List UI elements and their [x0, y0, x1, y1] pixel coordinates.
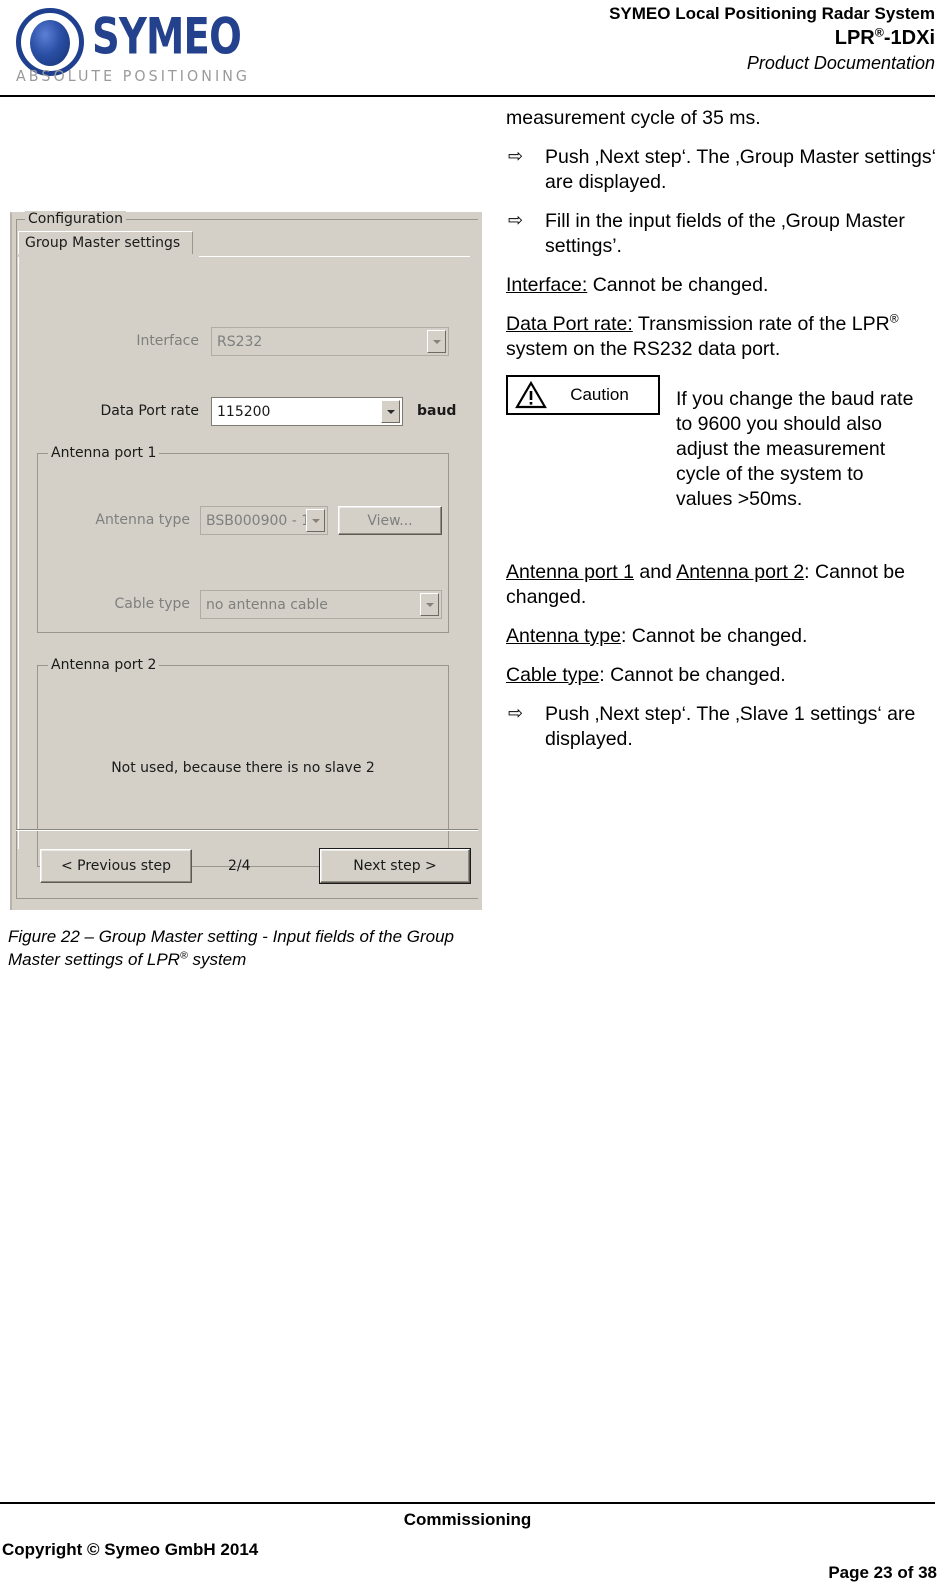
paragraph-intro: measurement cycle of 35 ms. — [506, 107, 761, 129]
chevron-down-icon[interactable] — [306, 509, 325, 532]
header-divider — [0, 95, 935, 97]
paragraph-interface: Interface: Cannot be changed. — [506, 273, 936, 298]
arrow-right-icon: ⇨ — [508, 146, 524, 167]
symeo-logo-mark-icon — [16, 8, 84, 76]
term-antenna-port-2: Antenna port 2 — [676, 561, 805, 583]
header-product-sup: ® — [874, 25, 884, 40]
footer-divider — [0, 1502, 935, 1504]
header-subtitle: Product Documentation — [746, 53, 935, 73]
body-column: measurement cycle of 35 ms. ⇨ Push ‚Next… — [506, 106, 936, 766]
symeo-logo-tagline: ABSOLUTE POSITIONING — [16, 67, 250, 85]
cable-type-combo-value: no antenna cable — [206, 596, 328, 613]
arrow-right-icon: ⇨ — [508, 210, 524, 231]
conjunction-and: and — [633, 561, 677, 583]
wizard-footer-divider — [16, 829, 478, 831]
footer-section-title: Commissioning — [403, 1510, 532, 1529]
term-cable-type: Cable type — [506, 664, 600, 686]
cable-type-label: Cable type — [114, 596, 190, 612]
view-button[interactable]: View... — [338, 506, 442, 535]
symeo-logo: SYMEO ABSOLUTE POSITIONING — [8, 4, 247, 88]
data-port-rate-combo-value: 115200 — [217, 403, 271, 420]
arrow-right-icon: ⇨ — [508, 703, 524, 724]
tab-group-master-settings[interactable]: Group Master settings — [18, 231, 194, 254]
previous-step-button[interactable]: < Previous step — [40, 849, 192, 883]
configuration-groupbox-legend: Configuration — [25, 211, 126, 227]
bullet-item-2: ⇨ Fill in the input fields of the ‚Group… — [506, 209, 936, 259]
figure-22-caption: Figure 22 – Group Master setting - Input… — [8, 925, 482, 971]
antenna-type-combo-value: BSB000900 - 18dBi — [206, 512, 306, 529]
antenna-port-1-groupbox: Antenna port 1 Antenna type BSB000900 - … — [37, 445, 449, 633]
paragraph-cable-type: Cable type: Cannot be changed. — [506, 663, 936, 688]
data-port-rate-combo[interactable]: 115200 — [211, 397, 403, 426]
desc-antenna-type: : Cannot be changed. — [620, 625, 808, 647]
figure-caption-sup: ® — [179, 949, 188, 962]
interface-label: Interface — [136, 333, 199, 349]
cable-type-combo[interactable]: no antenna cable — [200, 590, 442, 619]
chevron-down-icon[interactable] — [420, 593, 439, 616]
header-title-block: SYMEO Local Positioning Radar System LPR… — [335, 2, 935, 76]
desc-data-port-rate-b: system on the RS232 data port. — [506, 338, 781, 360]
next-step-button[interactable]: Next step > — [319, 848, 471, 884]
header-product-base: LPR — [834, 27, 875, 49]
antenna-port-2-message: Not used, because there is no slave 2 — [111, 760, 375, 776]
bullet-item-3: ⇨ Push ‚Next step‘. The ‚Slave 1 setting… — [506, 702, 936, 752]
chevron-down-icon[interactable] — [427, 330, 446, 353]
paragraph-antenna-ports: Antenna port 1 and Antenna port 2: Canno… — [506, 560, 936, 610]
footer-copyright: Copyright © Symeo GmbH 2014 — [2, 1540, 259, 1559]
symeo-logo-wordmark: SYMEO — [92, 7, 242, 67]
antenna-port-2-groupbox: Antenna port 2 Not used, because there i… — [37, 657, 449, 867]
header-product-rest: -1DXi — [883, 27, 935, 49]
data-port-rate-unit: baud — [417, 403, 457, 419]
tab-strip: Group Master settings — [18, 231, 470, 257]
antenna-port-1-legend: Antenna port 1 — [48, 445, 160, 461]
interface-combo-value: RS232 — [217, 333, 263, 350]
figure-caption-part2: system — [187, 950, 247, 969]
bullet-item-1-text: Push ‚Next step‘. The ‚Group Master sett… — [545, 146, 936, 193]
figure-22-screenshot: Configuration Group Master settings Inte… — [10, 211, 482, 910]
page-header: SYMEO ABSOLUTE POSITIONING SYMEO Local P… — [0, 0, 951, 96]
bullet-item-1: ⇨ Push ‚Next step‘. The ‚Group Master se… — [506, 145, 936, 195]
header-title-line2: LPR®-1DXi — [335, 25, 935, 51]
desc-interface: Cannot be changed. — [587, 274, 769, 296]
desc-data-port-rate-sup: ® — [889, 311, 899, 326]
antenna-type-combo[interactable]: BSB000900 - 18dBi — [200, 506, 328, 535]
caution-block: Caution If you change the baud rate to 9… — [506, 375, 936, 550]
caution-text: If you change the baud rate to 9600 you … — [676, 388, 914, 510]
data-port-rate-label: Data Port rate — [100, 403, 199, 419]
term-data-port-rate: Data Port rate: — [506, 313, 633, 335]
footer-page-number: Page 23 of 38 — [828, 1563, 937, 1582]
paragraph-data-port-rate: Data Port rate: Transmission rate of the… — [506, 312, 936, 362]
bullet-item-3-text: Push ‚Next step‘. The ‚Slave 1 settings‘… — [545, 703, 916, 750]
desc-cable-type: : Cannot be changed. — [599, 664, 786, 686]
term-antenna-port-1: Antenna port 1 — [506, 561, 634, 583]
chevron-down-icon[interactable] — [381, 400, 400, 423]
step-counter: 2/4 — [228, 858, 251, 874]
antenna-port-2-legend: Antenna port 2 — [48, 657, 160, 673]
desc-data-port-rate-a: Transmission rate of the LPR — [632, 313, 890, 335]
header-title-line1: SYMEO Local Positioning Radar System — [609, 4, 935, 23]
term-antenna-type: Antenna type — [506, 625, 621, 647]
paragraph-antenna-type: Antenna type: Cannot be changed. — [506, 624, 936, 649]
term-interface: Interface: — [506, 274, 588, 296]
interface-combo[interactable]: RS232 — [211, 327, 449, 356]
caution-label: Caution — [570, 385, 629, 404]
warning-triangle-icon — [515, 381, 547, 409]
tab-panel-group-master-settings: Interface RS232 Data Port rate 115200 ba… — [18, 257, 470, 867]
bullet-item-2-text: Fill in the input fields of the ‚Group M… — [545, 210, 905, 257]
antenna-type-label: Antenna type — [95, 512, 190, 528]
caution-badge: Caution — [506, 375, 660, 415]
